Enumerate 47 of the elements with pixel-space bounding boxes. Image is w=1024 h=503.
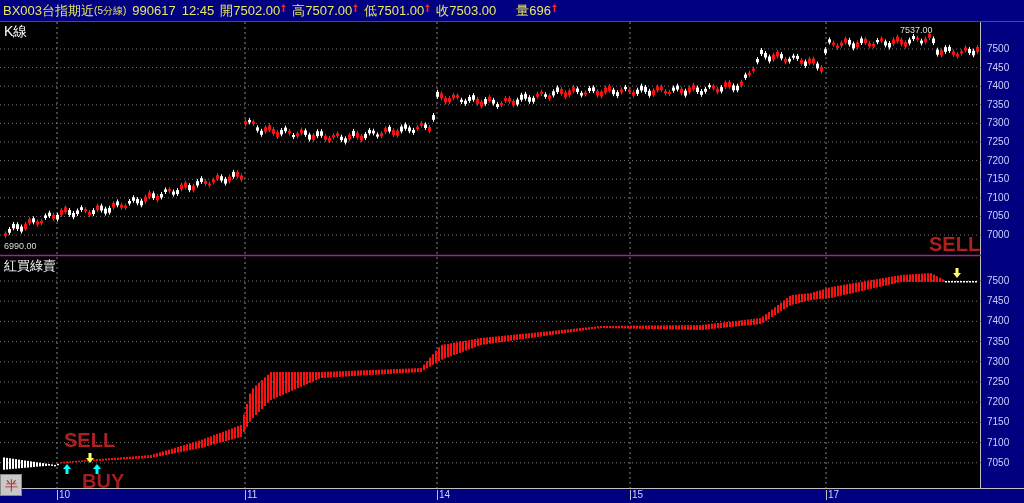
- down-arrow-icon: [86, 453, 94, 463]
- date-label: 14: [437, 490, 451, 500]
- quote-text: 高7507.00: [292, 1, 353, 20]
- axis-label: 7350: [987, 99, 1010, 110]
- axis-label: 7000: [987, 230, 1010, 240]
- time-text: 12:45: [181, 1, 215, 20]
- panel-title: K線: [4, 24, 28, 38]
- up-arrow-icon: [93, 464, 101, 474]
- date-label: 15: [630, 490, 644, 500]
- axis-label: 7050: [987, 211, 1010, 222]
- up-arrow-icon: [63, 464, 71, 474]
- axis-label: 7250: [987, 137, 1010, 147]
- half-button[interactable]: 半: [0, 474, 22, 496]
- date-label: 10: [57, 490, 71, 500]
- date-label: 17: [826, 490, 840, 500]
- axis-label: 7150: [987, 417, 1010, 428]
- axis-label: 7300: [987, 356, 1010, 367]
- date-label: 11: [245, 490, 258, 500]
- sell-label: SELL: [929, 234, 981, 254]
- period-text: (5分線): [94, 5, 127, 16]
- date-text: 990617: [132, 1, 176, 20]
- axis-label: 7400: [987, 81, 1010, 92]
- axis-label: 7450: [987, 296, 1010, 307]
- axis-label: 7050: [987, 457, 1010, 468]
- axis-label: 7150: [987, 174, 1010, 185]
- axis-label: 7350: [987, 336, 1010, 347]
- quote-text: 量696: [516, 1, 551, 20]
- symbol-text: BX003台指期近: [3, 1, 95, 20]
- axis-label: 7400: [987, 316, 1010, 327]
- axis-label: 7300: [987, 118, 1010, 129]
- axis-label: 7200: [987, 155, 1010, 166]
- axis-label: 7250: [987, 377, 1010, 387]
- panel-title: 紅買綠賣: [4, 259, 56, 272]
- sell-label: SELL: [64, 430, 116, 450]
- quote-text: 低7501.00: [364, 1, 425, 20]
- axis-label: 7100: [987, 192, 1010, 203]
- price-label: 7537.00: [900, 26, 933, 35]
- axis-label: 7500: [987, 44, 1010, 54]
- buy-label: BUY: [82, 471, 125, 491]
- axis-label: 7100: [987, 437, 1010, 448]
- down-arrow-icon: [953, 268, 961, 278]
- quote-text: 收7503.00: [436, 1, 497, 20]
- axis-label: 7200: [987, 397, 1010, 408]
- axis-label: 7500: [987, 276, 1010, 286]
- price-label: 6990.00: [4, 242, 37, 251]
- quote-text: 開7502.00: [220, 1, 281, 20]
- axis-label: 7450: [987, 62, 1010, 73]
